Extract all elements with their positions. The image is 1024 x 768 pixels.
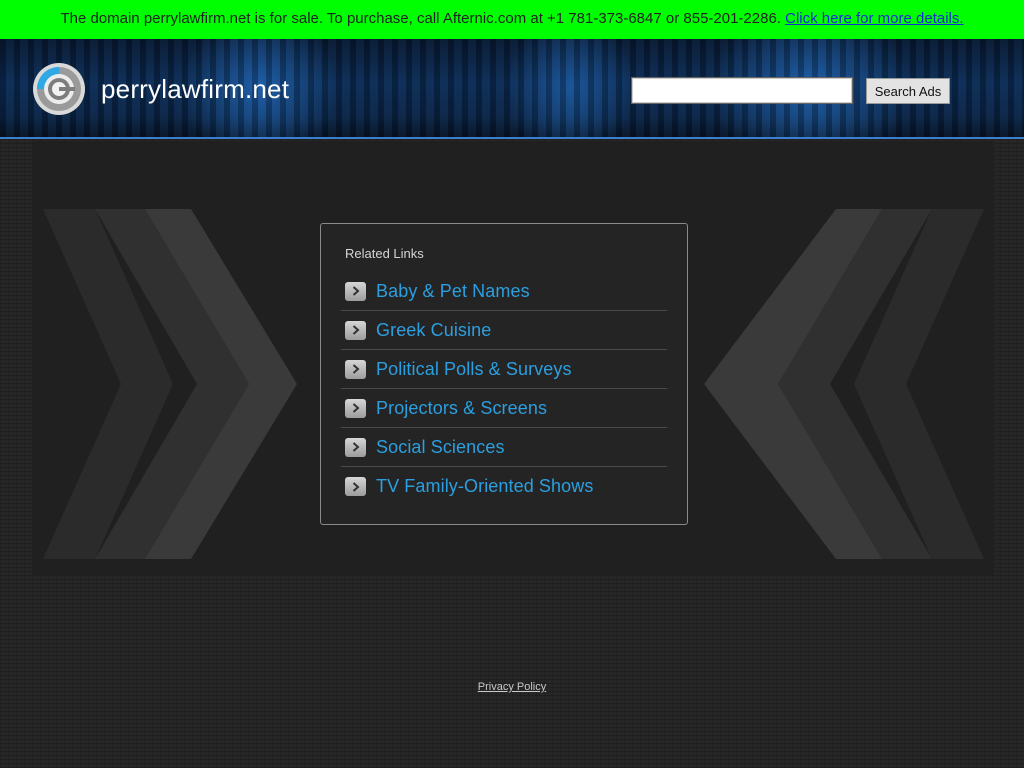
related-link-label[interactable]: Political Polls & Surveys <box>376 359 572 380</box>
footer: Privacy Policy <box>0 681 1024 693</box>
chevron-right-icon <box>345 398 366 418</box>
related-link-label[interactable]: Social Sciences <box>376 437 505 458</box>
related-links-list: Baby & Pet Names Greek Cuisine Political… <box>341 272 667 506</box>
more-details-link[interactable]: Click here for more details. <box>785 10 963 27</box>
search-input[interactable] <box>631 77 853 104</box>
related-link-item[interactable]: Political Polls & Surveys <box>341 350 667 389</box>
chevron-right-icon <box>345 320 366 340</box>
related-link-item[interactable]: Baby & Pet Names <box>341 272 667 311</box>
related-link-label[interactable]: Greek Cuisine <box>376 320 491 341</box>
related-link-label[interactable]: Projectors & Screens <box>376 398 547 419</box>
related-link-item[interactable]: Social Sciences <box>341 428 667 467</box>
header: perrylawfirm.net Search Ads <box>0 39 1024 139</box>
site-name: perrylawfirm.net <box>101 74 290 104</box>
chevron-right-icon <box>345 477 366 496</box>
sale-banner-text: The domain perrylawfirm.net is for sale.… <box>60 10 781 27</box>
related-link-label[interactable]: TV Family-Oriented Shows <box>376 476 593 497</box>
related-links-panel: Related Links Baby & Pet Names Greek Cui… <box>320 223 688 525</box>
target-logo-icon <box>33 63 85 115</box>
privacy-policy-link[interactable]: Privacy Policy <box>478 681 546 693</box>
chevron-right-icon <box>345 437 366 457</box>
related-link-item[interactable]: Projectors & Screens <box>341 389 667 428</box>
sale-banner: The domain perrylawfirm.net is for sale.… <box>0 0 1024 39</box>
related-link-label[interactable]: Baby & Pet Names <box>376 281 530 302</box>
chevron-right-icon <box>345 281 366 301</box>
search-ads-button[interactable]: Search Ads <box>866 78 950 104</box>
related-link-item[interactable]: TV Family-Oriented Shows <box>341 467 667 506</box>
related-links-heading: Related Links <box>345 246 424 261</box>
related-link-item[interactable]: Greek Cuisine <box>341 311 667 350</box>
chevron-right-icon <box>345 359 366 379</box>
